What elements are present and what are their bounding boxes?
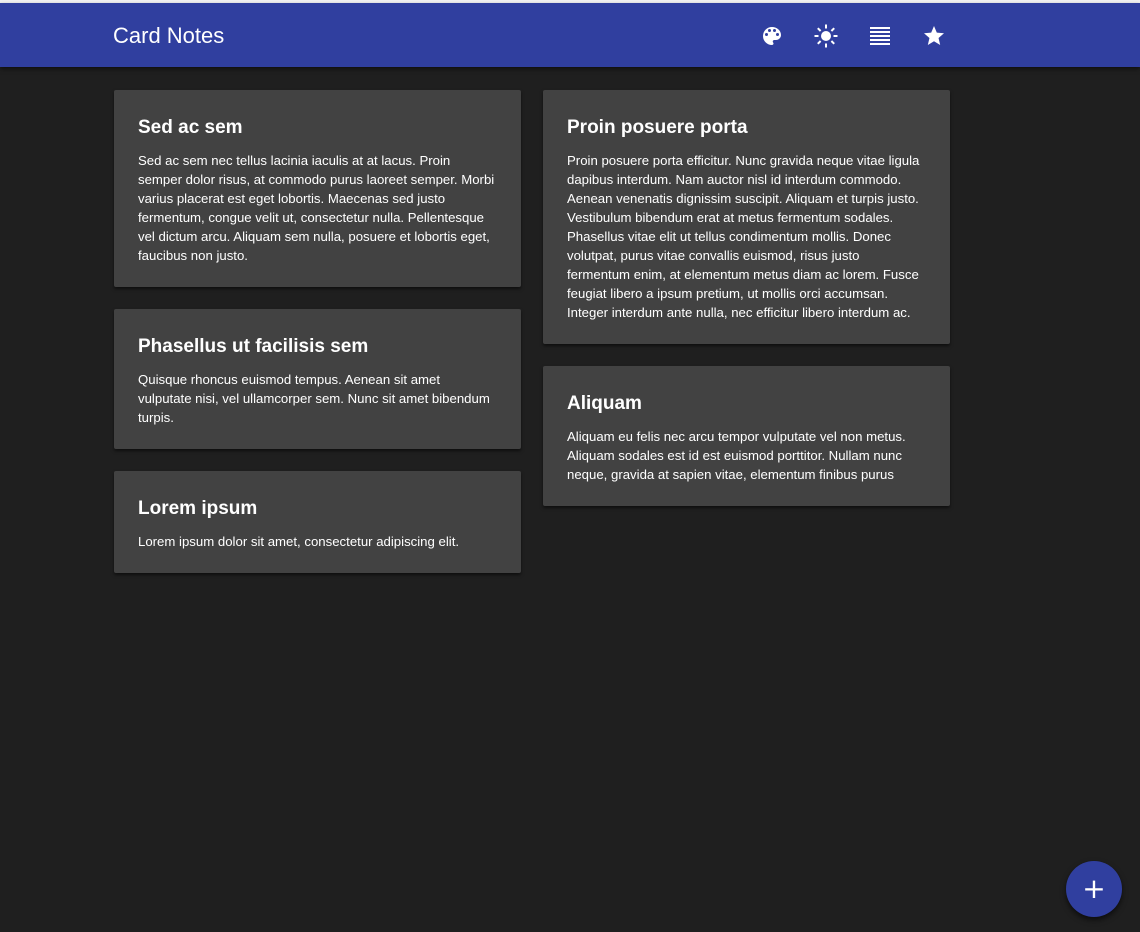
note-title: Sed ac sem: [138, 117, 243, 138]
notes-column-left: Sed ac sem Sed ac sem nec tellus lacinia…: [114, 90, 521, 595]
star-icon[interactable]: [921, 23, 947, 49]
list-view-icon[interactable]: [867, 23, 893, 49]
notes-column-right: Proin posuere porta Proin posuere porta …: [543, 90, 950, 528]
note-body: Aliquam eu felis nec arcu tempor vulputa…: [567, 429, 906, 482]
note-body: Lorem ipsum dolor sit amet, consectetur …: [138, 534, 460, 549]
note-body: Proin posuere porta efficitur. Nunc grav…: [567, 153, 920, 320]
app-bar: Card Notes: [0, 3, 1140, 67]
note-body: Quisque rhoncus euismod tempus. Aenean s…: [138, 372, 490, 425]
brightness-icon[interactable]: [813, 23, 839, 49]
note-title: Proin posuere porta: [567, 117, 748, 138]
note-card[interactable]: Phasellus ut facilisis sem Quisque rhonc…: [114, 309, 521, 449]
note-card[interactable]: Lorem ipsum Lorem ipsum dolor sit amet, …: [114, 471, 521, 573]
note-body: Sed ac sem nec tellus lacinia iaculis at…: [138, 153, 495, 263]
note-card[interactable]: Proin posuere porta Proin posuere porta …: [543, 90, 950, 344]
add-icon: +: [1082, 872, 1106, 905]
palette-icon[interactable]: [759, 23, 785, 49]
note-title: Aliquam: [567, 393, 642, 414]
add-note-button[interactable]: +: [1066, 861, 1122, 917]
app-title: Card Notes: [113, 23, 225, 48]
note-card[interactable]: Sed ac sem Sed ac sem nec tellus lacinia…: [114, 90, 521, 287]
note-card[interactable]: Aliquam Aliquam eu felis nec arcu tempor…: [543, 366, 950, 506]
note-title: Phasellus ut facilisis sem: [138, 336, 369, 357]
note-title: Lorem ipsum: [138, 498, 258, 519]
